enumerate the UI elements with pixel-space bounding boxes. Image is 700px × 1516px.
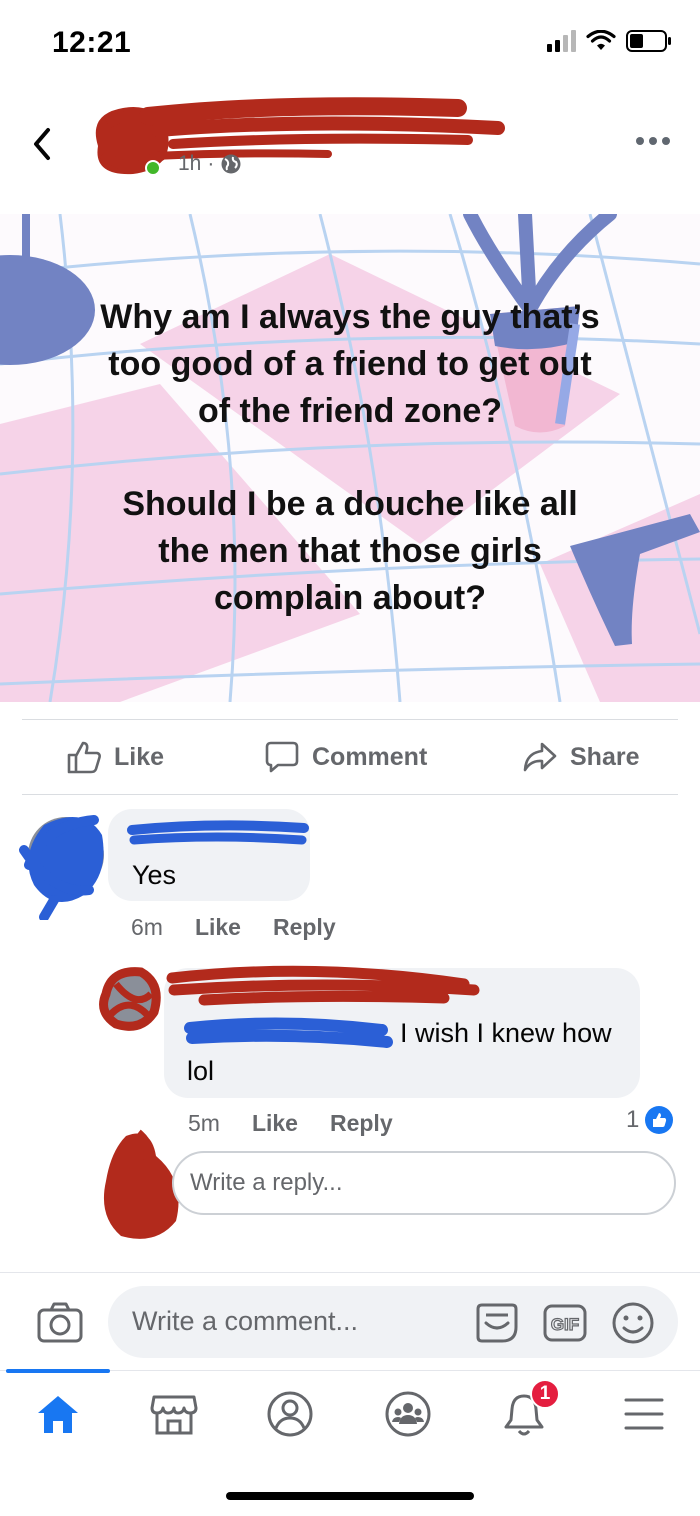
wifi-icon bbox=[586, 30, 616, 50]
sticker-icon[interactable] bbox=[474, 1301, 520, 1345]
post-action-bar: Like Comment Share bbox=[0, 720, 700, 794]
post-text-line: the men that those girls bbox=[158, 532, 542, 570]
post-time: 1h bbox=[178, 152, 202, 175]
reply-meta: 5m Like Reply bbox=[188, 1110, 393, 1137]
battery-icon bbox=[626, 30, 671, 52]
comment-placeholder: Write a comment... bbox=[132, 1306, 359, 1336]
post-text-line: too good of a friend to get out bbox=[108, 345, 592, 383]
reply-placeholder: Write a reply... bbox=[190, 1169, 343, 1196]
like-label: Like bbox=[114, 742, 165, 771]
comment-text: Yes bbox=[132, 860, 177, 890]
reaction-count: 1 bbox=[626, 1106, 640, 1133]
home-indicator bbox=[226, 1492, 474, 1500]
post-question-followup: Should I be a douche like all the men th… bbox=[0, 481, 700, 622]
redacted-reply-mention bbox=[184, 1017, 393, 1048]
comment-input[interactable]: Write a comment... GIF bbox=[108, 1286, 678, 1358]
reply-reactions[interactable]: 1 bbox=[626, 1106, 674, 1134]
post-text-line: Why am I always the guy that’s bbox=[100, 298, 600, 336]
post-text-line: Should I be a douche like all bbox=[122, 485, 578, 523]
tab-profile[interactable] bbox=[264, 1389, 316, 1439]
tab-groups[interactable] bbox=[382, 1389, 434, 1439]
emoji-icon[interactable] bbox=[610, 1301, 656, 1345]
notification-badge: 1 bbox=[530, 1379, 560, 1409]
post-background-illustration bbox=[0, 214, 700, 702]
groups-icon bbox=[385, 1391, 431, 1437]
status-time: 12:21 bbox=[52, 26, 132, 59]
status-icons bbox=[547, 30, 672, 52]
redacted-commenter-avatar bbox=[19, 815, 104, 920]
gif-icon[interactable]: GIF bbox=[542, 1301, 588, 1345]
profile-icon bbox=[267, 1391, 313, 1437]
share-icon bbox=[523, 742, 557, 772]
like-reaction-icon bbox=[645, 1106, 674, 1134]
comment-icon bbox=[265, 741, 299, 773]
signal-icon bbox=[547, 30, 576, 52]
comment-button[interactable]: Comment bbox=[264, 740, 427, 774]
reply-input[interactable]: Write a reply... bbox=[172, 1151, 676, 1215]
post-meta: 1h · bbox=[178, 152, 242, 176]
tab-bar: 1 bbox=[0, 1369, 700, 1450]
redacted-reply-avatar bbox=[99, 967, 161, 1031]
gif-label: GIF bbox=[551, 1315, 579, 1334]
post-image: Why am I always the guy that’s too good … bbox=[0, 214, 700, 702]
comment-time: 6m bbox=[131, 914, 163, 940]
menu-icon bbox=[624, 1398, 664, 1430]
tab-menu[interactable] bbox=[618, 1389, 670, 1439]
comment-label: Comment bbox=[312, 742, 428, 771]
post-header: 1h · bbox=[0, 92, 700, 202]
globe-icon bbox=[221, 154, 241, 174]
comment-meta: 6m Like Reply bbox=[131, 914, 336, 941]
online-indicator bbox=[145, 160, 161, 176]
comment-like-button[interactable]: Like bbox=[195, 914, 241, 941]
divider bbox=[22, 794, 678, 795]
marketplace-icon bbox=[150, 1395, 198, 1435]
redacted-commenter-name bbox=[127, 820, 309, 845]
reply-text-line: I wish I knew how bbox=[400, 1018, 612, 1048]
tab-marketplace[interactable] bbox=[148, 1389, 200, 1439]
status-bar: 12:21 bbox=[0, 0, 700, 90]
redacted-reply-name bbox=[166, 965, 480, 1006]
back-chevron-icon[interactable] bbox=[28, 124, 58, 164]
composer-divider bbox=[0, 1272, 700, 1273]
post-text-line: of the friend zone? bbox=[197, 392, 503, 430]
like-thumb-icon bbox=[67, 741, 101, 774]
like-button[interactable]: Like bbox=[66, 740, 164, 774]
more-icon[interactable] bbox=[636, 134, 672, 148]
meta-separator: · bbox=[207, 152, 215, 175]
reply-reply-button[interactable]: Reply bbox=[330, 1110, 393, 1137]
tab-home[interactable] bbox=[32, 1389, 84, 1439]
redacted-author bbox=[95, 97, 505, 175]
reply-like-button[interactable]: Like bbox=[252, 1110, 298, 1137]
active-tab-indicator bbox=[6, 1369, 110, 1373]
post-text-line: complain about? bbox=[214, 579, 486, 617]
comment-reply-button[interactable]: Reply bbox=[273, 914, 336, 941]
home-icon bbox=[38, 1396, 78, 1433]
camera-icon[interactable] bbox=[36, 1300, 84, 1344]
post-question: Why am I always the guy that’s too good … bbox=[0, 294, 700, 435]
reply-text-line: lol bbox=[187, 1056, 215, 1086]
share-button[interactable]: Share bbox=[522, 740, 639, 774]
share-label: Share bbox=[570, 742, 640, 771]
